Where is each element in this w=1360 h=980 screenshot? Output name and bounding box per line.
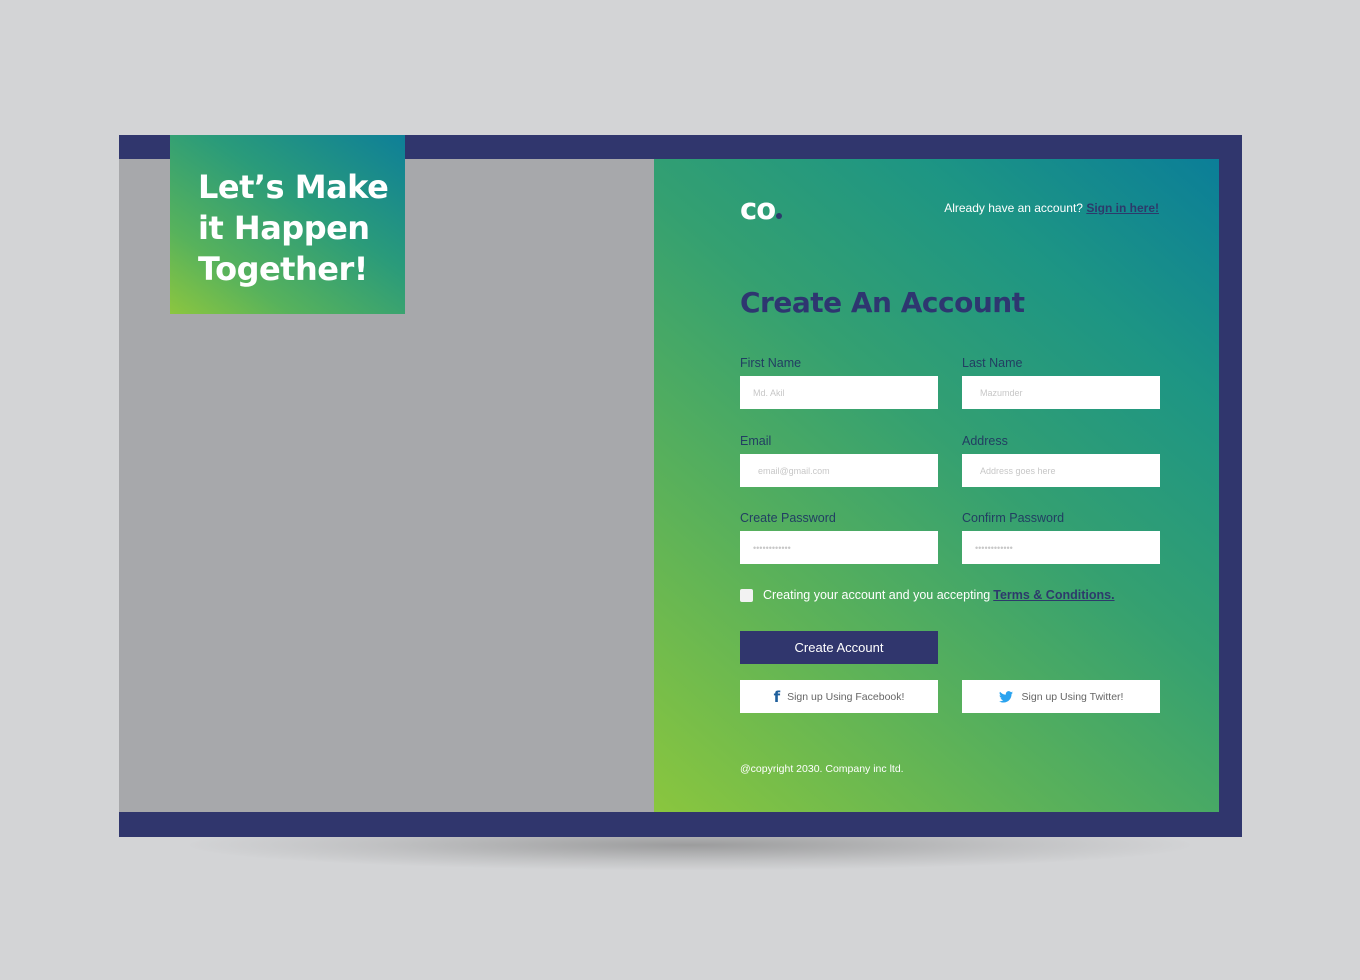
address-label: Address bbox=[962, 434, 1008, 448]
form-title: Create An Account bbox=[740, 286, 1025, 319]
copyright-text: @copyright 2030. Company inc ltd. bbox=[740, 763, 904, 775]
twitter-icon bbox=[998, 690, 1013, 703]
signin-prompt: Already have an account? bbox=[944, 201, 1083, 215]
first-name-input[interactable] bbox=[740, 376, 938, 409]
email-label: Email bbox=[740, 434, 772, 448]
confirm-password-label: Confirm Password bbox=[962, 511, 1065, 525]
signin-prompt-row: Already have an account? Sign in here! bbox=[944, 201, 1159, 215]
last-name-field: Last Name bbox=[962, 356, 1160, 409]
signin-link[interactable]: Sign in here! bbox=[1086, 201, 1159, 215]
address-field: Address bbox=[962, 434, 1160, 487]
facebook-signup-button[interactable]: f Sign up Using Facebook! bbox=[740, 680, 938, 713]
terms-link[interactable]: Terms & Conditions. bbox=[993, 588, 1114, 602]
create-password-label: Create Password bbox=[740, 511, 836, 525]
terms-text: Creating your account and you accepting bbox=[763, 588, 991, 602]
twitter-signup-label: Sign up Using Twitter! bbox=[1021, 690, 1124, 703]
company-logo: CO bbox=[740, 192, 783, 226]
first-name-label: First Name bbox=[740, 356, 802, 370]
mockup-frame: Let’s Make it Happen Together! CO Alread… bbox=[119, 135, 1242, 837]
first-name-field: First Name bbox=[740, 356, 938, 409]
address-input[interactable] bbox=[962, 454, 1160, 487]
hero-title: Let’s Make it Happen Together! bbox=[198, 168, 389, 288]
facebook-signup-label: Sign up Using Facebook! bbox=[787, 690, 905, 703]
email-field: Email bbox=[740, 434, 938, 487]
create-password-input[interactable] bbox=[740, 531, 938, 564]
hero-banner: Let’s Make it Happen Together! bbox=[170, 135, 405, 314]
terms-checkbox[interactable] bbox=[740, 588, 753, 602]
facebook-icon: f bbox=[773, 687, 781, 706]
create-account-button[interactable]: Create Account bbox=[740, 631, 938, 664]
create-password-field: Create Password bbox=[740, 511, 938, 564]
terms-row: Creating your account and you accepting … bbox=[740, 588, 1115, 602]
last-name-input[interactable] bbox=[962, 376, 1160, 409]
signup-panel: CO Already have an account? Sign in here… bbox=[654, 159, 1219, 812]
confirm-password-input[interactable] bbox=[962, 531, 1160, 564]
twitter-signup-button[interactable]: Sign up Using Twitter! bbox=[962, 680, 1160, 713]
logo-text: CO bbox=[740, 192, 776, 226]
email-input[interactable] bbox=[740, 454, 938, 487]
last-name-label: Last Name bbox=[962, 356, 1023, 370]
confirm-password-field: Confirm Password bbox=[962, 511, 1160, 564]
logo-dot bbox=[776, 213, 783, 219]
